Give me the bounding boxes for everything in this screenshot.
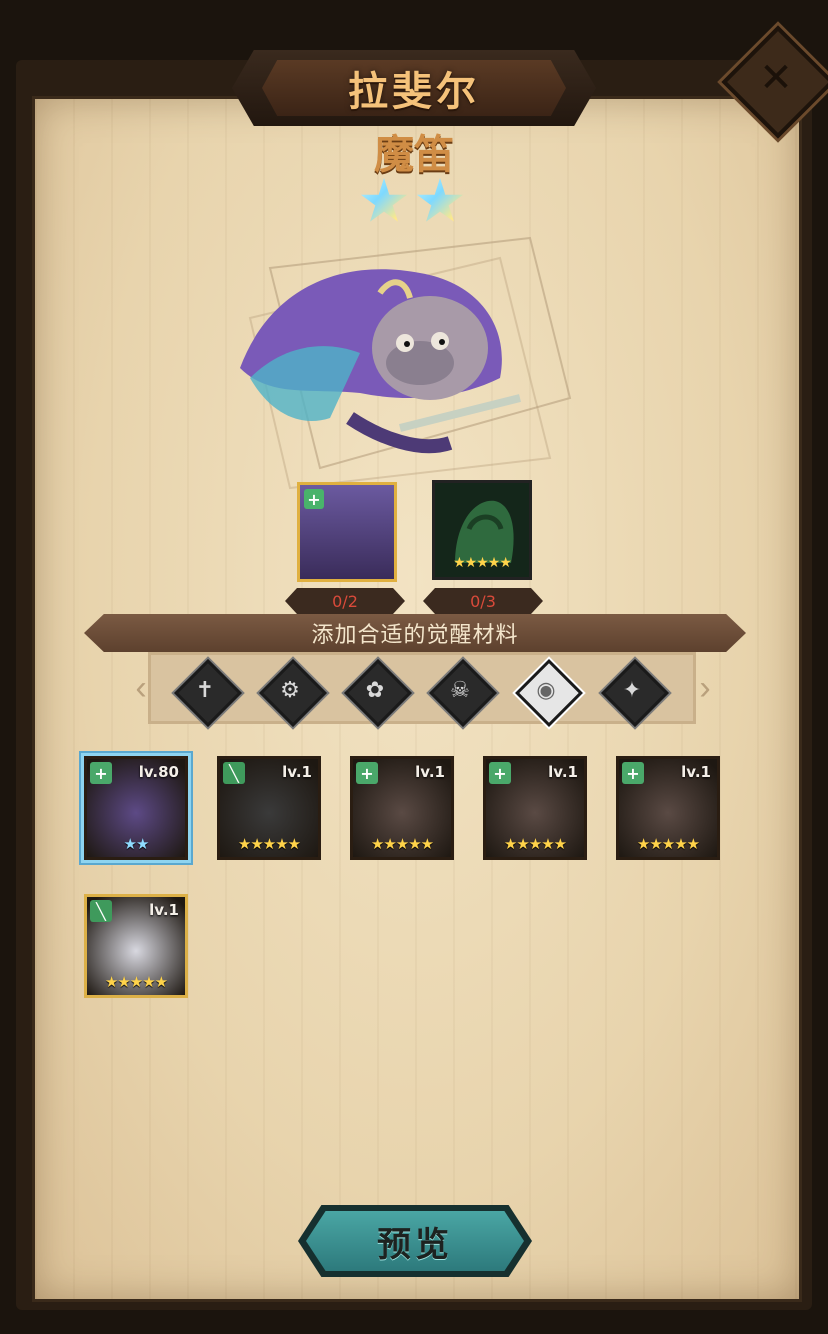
hero-card[interactable]: + lv.80 ★★ bbox=[84, 756, 188, 860]
preview-button-label: 预览 bbox=[377, 1224, 453, 1265]
hero-level: lv.80 bbox=[138, 763, 179, 781]
hero-star-rating: ★★★★★ bbox=[503, 835, 567, 853]
skull-faction-icon: ☠ bbox=[450, 677, 470, 703]
faction-filter-3[interactable]: ✿ bbox=[344, 659, 412, 727]
hero-card[interactable]: + lv.1 ★★★★★ bbox=[350, 756, 454, 860]
hero-card[interactable]: ╲ lv.1 ★★★★★ bbox=[84, 894, 188, 998]
material-star-rating: ★★★★★ bbox=[453, 555, 512, 571]
hero-level: lv.1 bbox=[415, 763, 445, 781]
same-hero-material-slot[interactable]: + bbox=[297, 482, 397, 582]
material-count-2: 0/3 bbox=[423, 588, 543, 614]
material-count-1: 0/2 bbox=[285, 588, 405, 614]
hero-star-rating: ★★★★★ bbox=[370, 835, 434, 853]
plus-icon: + bbox=[90, 762, 112, 784]
hero-name-title: 拉斐尔 bbox=[348, 68, 480, 115]
cross-faction-icon: ✝ bbox=[195, 677, 215, 703]
faction-filter-4[interactable]: ☠ bbox=[429, 659, 497, 727]
filter-right-arrow-icon[interactable]: › bbox=[692, 668, 718, 708]
hero-star-rating: ★★★★★ bbox=[104, 973, 168, 991]
faction-filter-1[interactable]: ✝ bbox=[174, 659, 242, 727]
star-icon bbox=[416, 178, 464, 222]
hero-level: lv.1 bbox=[282, 763, 312, 781]
hero-level: lv.1 bbox=[681, 763, 711, 781]
title-bar: 拉斐尔 bbox=[262, 60, 566, 116]
preview-button[interactable]: 预览 bbox=[306, 1211, 524, 1271]
close-x-icon[interactable]: ✕ bbox=[748, 50, 804, 106]
faction-filter-2[interactable]: ⚙ bbox=[259, 659, 327, 727]
hero-card[interactable]: ╲ lv.1 ★★★★★ bbox=[217, 756, 321, 860]
star-icon bbox=[360, 178, 408, 222]
hero-star-rating: ★★★★★ bbox=[237, 835, 301, 853]
material-hint-banner: 添加合适的觉醒材料 bbox=[84, 614, 746, 652]
hero-card[interactable]: + lv.1 ★★★★★ bbox=[616, 756, 720, 860]
hero-star-rating: ★★ bbox=[123, 835, 150, 853]
plus-icon: + bbox=[304, 489, 324, 509]
hero-portrait-art bbox=[240, 236, 572, 490]
faction-filter-5[interactable]: ◉ bbox=[515, 659, 583, 727]
faction-filter-6[interactable]: ✦ bbox=[601, 659, 669, 727]
hero-star-rating bbox=[360, 178, 470, 228]
gear-faction-icon: ⚙ bbox=[280, 677, 300, 703]
plus-icon: + bbox=[356, 762, 378, 784]
hero-star-rating: ★★★★★ bbox=[636, 835, 700, 853]
star-faction-icon: ✦ bbox=[622, 677, 642, 703]
flower-faction-icon: ✿ bbox=[365, 677, 385, 703]
eye-faction-icon: ◉ bbox=[536, 677, 556, 703]
five-star-material-slot[interactable]: ★★★★★ bbox=[432, 480, 532, 580]
hero-level: lv.1 bbox=[149, 901, 179, 919]
plus-icon: + bbox=[489, 762, 511, 784]
plus-icon: + bbox=[622, 762, 644, 784]
filter-left-arrow-icon[interactable]: ‹ bbox=[128, 668, 154, 708]
material-hint-text: 添加合适的觉醒材料 bbox=[311, 623, 519, 648]
hero-level: lv.1 bbox=[548, 763, 578, 781]
hero-class-label: 魔笛 bbox=[374, 131, 454, 178]
weapon-class-icon: ╲ bbox=[223, 762, 245, 784]
hero-card[interactable]: + lv.1 ★★★★★ bbox=[483, 756, 587, 860]
weapon-class-icon: ╲ bbox=[90, 900, 112, 922]
